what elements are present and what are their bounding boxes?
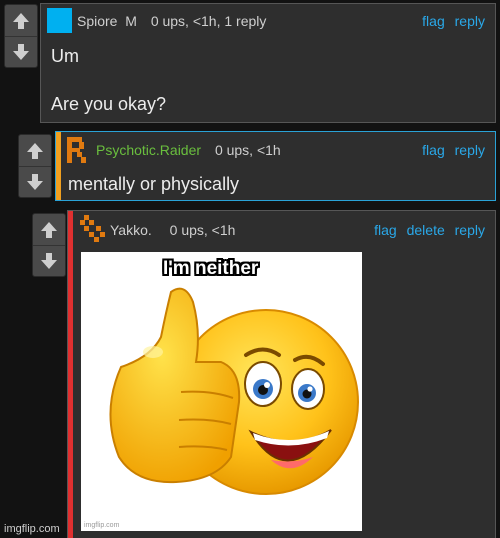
comment-meta: 0 ups, <1h xyxy=(214,142,281,158)
comment-card: Yakko. 0 ups, <1h flag delete reply I'm … xyxy=(67,210,496,538)
comment-image[interactable]: I'm neither imgflip.com xyxy=(81,252,362,531)
comment-card: Psychotic.Raider 0 ups, <1h flag reply m… xyxy=(55,131,496,201)
comment-stripe xyxy=(56,132,61,200)
pixel-avatar-icon xyxy=(67,137,86,163)
username[interactable]: Yakko. xyxy=(110,222,152,238)
vote-box xyxy=(18,134,52,198)
downvote-button[interactable] xyxy=(5,36,37,67)
thumbs-up-emoji-icon xyxy=(109,287,359,495)
vote-box xyxy=(4,4,38,68)
upvote-button[interactable] xyxy=(19,135,51,167)
downvote-button[interactable] xyxy=(33,245,65,276)
upvote-button[interactable] xyxy=(5,5,37,37)
comment-meta: 0 ups, <1h xyxy=(169,222,236,238)
downvote-button[interactable] xyxy=(19,166,51,197)
delete-link[interactable]: delete xyxy=(407,222,445,238)
avatar[interactable] xyxy=(67,137,87,163)
comment-body-line: Um xyxy=(51,46,79,66)
username[interactable]: Spiore M xyxy=(77,13,137,29)
flag-link[interactable]: flag xyxy=(422,142,445,158)
arrow-up-icon xyxy=(41,221,57,238)
image-watermark: imgflip.com xyxy=(84,522,120,529)
arrow-down-icon xyxy=(41,252,57,269)
vote-box xyxy=(32,213,66,277)
reply-link[interactable]: reply xyxy=(455,222,485,238)
reply-link[interactable]: reply xyxy=(455,142,485,158)
arrow-down-icon xyxy=(27,173,43,190)
username[interactable]: Psychotic.Raider xyxy=(96,142,201,158)
flag-link[interactable]: flag xyxy=(374,222,397,238)
comment-meta: 0 ups, <1h, 1 reply xyxy=(150,13,267,29)
reply-link[interactable]: reply xyxy=(455,13,485,29)
comment-body-line: Are you okay? xyxy=(51,94,167,114)
comment-card: Spiore M 0 ups, <1h, 1 reply flag reply … xyxy=(40,3,496,123)
arrow-up-icon xyxy=(27,142,43,159)
site-watermark: imgflip.com xyxy=(4,523,60,535)
arrow-down-icon xyxy=(13,43,29,60)
flag-link[interactable]: flag xyxy=(422,13,445,29)
comment-stripe xyxy=(68,211,73,538)
arrow-up-icon xyxy=(13,12,29,29)
pixel-avatar-icon xyxy=(80,215,105,242)
comment-body-line: mentally or physically xyxy=(68,174,240,194)
meme-caption: I'm neither xyxy=(163,258,259,279)
avatar[interactable] xyxy=(47,8,72,33)
upvote-button[interactable] xyxy=(33,214,65,246)
avatar[interactable] xyxy=(80,215,105,243)
